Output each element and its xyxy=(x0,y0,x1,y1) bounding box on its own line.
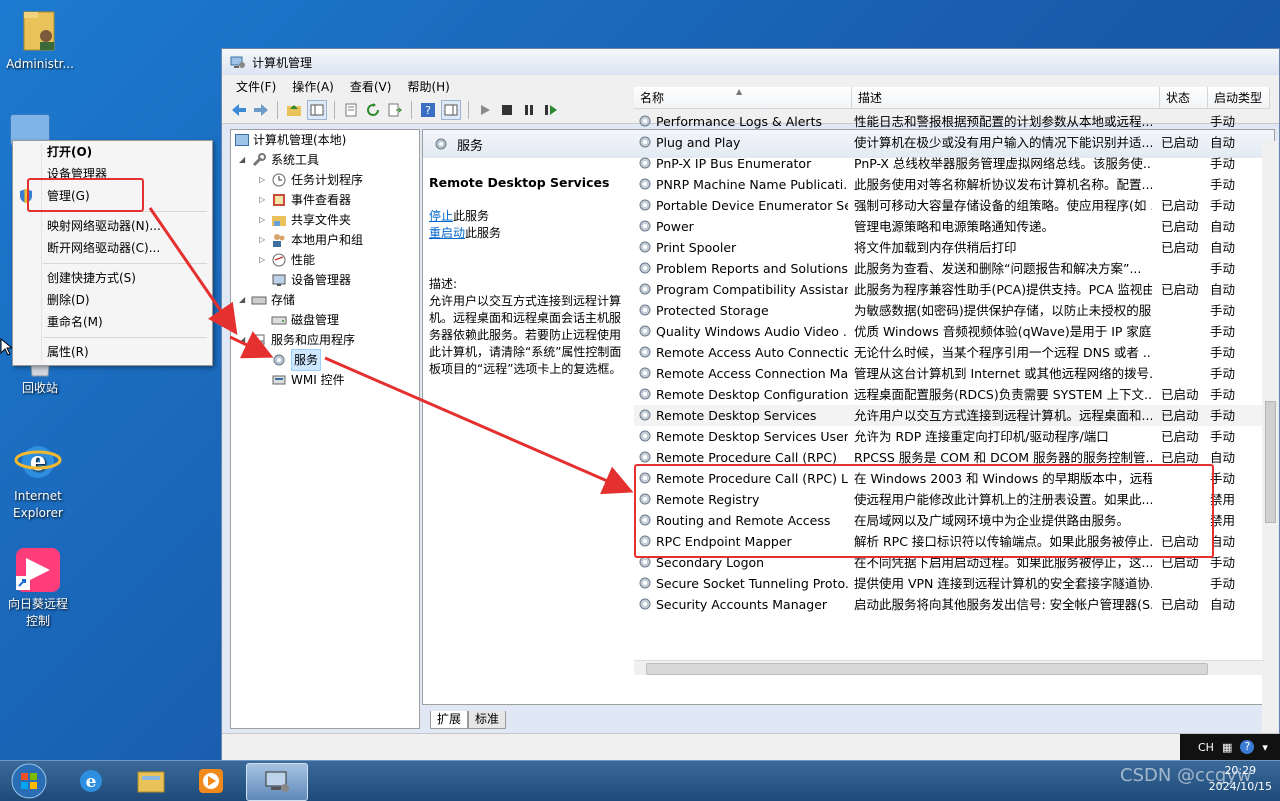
system-tray: CH ▦ ? ▾ xyxy=(1180,734,1280,760)
start-button[interactable] xyxy=(2,763,56,799)
taskbar: e 20:29 2024/10/15 xyxy=(0,760,1280,801)
annotation-arrows xyxy=(148,207,634,495)
folder-icon xyxy=(137,771,165,793)
computer-management-icon xyxy=(265,771,289,792)
language-indicator[interactable]: CH xyxy=(1198,741,1214,754)
watermark: CSDN @ccgyw xyxy=(1120,765,1252,786)
taskbar-computer-management[interactable] xyxy=(246,763,308,801)
taskbar-explorer[interactable] xyxy=(124,763,178,799)
chevron-down-icon[interactable]: ▾ xyxy=(1262,741,1268,754)
mouse-cursor-icon xyxy=(0,338,12,356)
taskbar-media-player[interactable] xyxy=(184,763,238,799)
keyboard-icon[interactable]: ▦ xyxy=(1222,741,1232,754)
internet-explorer-icon: e xyxy=(80,770,102,792)
svg-text:e: e xyxy=(86,772,97,792)
taskbar-ie[interactable]: e xyxy=(64,763,118,799)
help-circle-icon[interactable]: ? xyxy=(1240,740,1255,754)
windows-logo-icon xyxy=(11,763,47,799)
media-player-icon xyxy=(199,769,223,793)
